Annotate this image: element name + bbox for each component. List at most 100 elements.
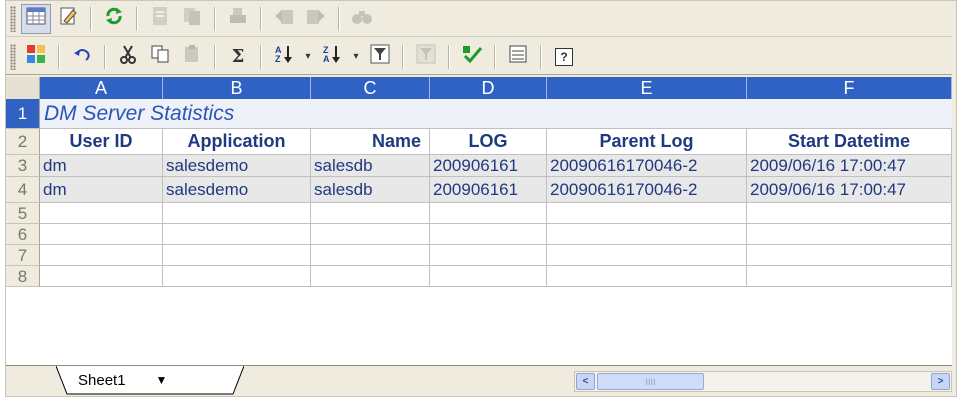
column-header-a[interactable]: A bbox=[40, 77, 163, 99]
export-button[interactable] bbox=[301, 4, 331, 34]
table-cell[interactable] bbox=[430, 245, 547, 266]
row-header[interactable]: 1 bbox=[6, 99, 40, 129]
table-cell[interactable]: dm bbox=[40, 177, 163, 203]
table-cell[interactable] bbox=[40, 224, 163, 245]
table-cell[interactable] bbox=[430, 224, 547, 245]
table-cell[interactable]: 200906161 bbox=[430, 177, 547, 203]
grid-view-button[interactable] bbox=[21, 3, 51, 34]
header-cell[interactable]: LOG bbox=[430, 129, 547, 155]
table-cell[interactable] bbox=[311, 266, 430, 287]
form-button[interactable] bbox=[145, 4, 175, 34]
toolbar-grip[interactable] bbox=[10, 43, 16, 70]
table-cell[interactable]: 2009/06/16 17:00:47 bbox=[747, 177, 952, 203]
tab-sheet1[interactable]: Sheet1 ▼ bbox=[56, 366, 244, 394]
filter-button[interactable] bbox=[365, 42, 395, 72]
help-button[interactable]: ? bbox=[549, 42, 579, 72]
table-cell[interactable]: 20090616170046-2 bbox=[547, 177, 747, 203]
table-cell[interactable] bbox=[547, 224, 747, 245]
row-header[interactable]: 7 bbox=[6, 245, 40, 266]
sort-ascending-dropdown[interactable]: ▾ bbox=[301, 42, 315, 72]
table-cell[interactable] bbox=[747, 245, 952, 266]
table-cell[interactable]: 200906161 bbox=[430, 155, 547, 177]
row-header[interactable]: 3 bbox=[6, 155, 40, 177]
undo-button[interactable] bbox=[67, 42, 97, 72]
paste-button[interactable] bbox=[177, 42, 207, 72]
table-cell[interactable] bbox=[163, 203, 311, 224]
scroll-right-button[interactable]: > bbox=[931, 373, 950, 390]
table-cell[interactable]: salesdemo bbox=[163, 177, 311, 203]
header-cell[interactable]: Parent Log bbox=[547, 129, 747, 155]
table-cell[interactable] bbox=[747, 266, 952, 287]
print-button[interactable] bbox=[223, 4, 253, 34]
table-cell[interactable]: salesdb bbox=[311, 155, 430, 177]
grip-icon: IIII bbox=[645, 376, 656, 387]
table-cell[interactable] bbox=[311, 224, 430, 245]
sort-ascending-button[interactable]: AZ bbox=[269, 42, 299, 72]
table-cell[interactable] bbox=[163, 245, 311, 266]
scroll-left-button[interactable]: < bbox=[576, 373, 595, 390]
toolbar-separator bbox=[494, 44, 496, 69]
header-cell[interactable]: Name bbox=[311, 129, 430, 155]
edit-button[interactable] bbox=[53, 4, 83, 34]
table-cell[interactable]: dm bbox=[40, 155, 163, 177]
table-cell[interactable] bbox=[311, 245, 430, 266]
table-cell[interactable]: 20090616170046-2 bbox=[547, 155, 747, 177]
horizontal-scrollbar[interactable]: < IIII > bbox=[574, 371, 952, 392]
table-cell[interactable] bbox=[40, 245, 163, 266]
find-button[interactable] bbox=[347, 4, 377, 34]
toolbar-grip[interactable] bbox=[10, 5, 16, 32]
select-all-corner[interactable] bbox=[6, 77, 40, 99]
table-cell[interactable] bbox=[547, 266, 747, 287]
table-cell[interactable] bbox=[430, 266, 547, 287]
table-cell[interactable] bbox=[311, 203, 430, 224]
column-header-c[interactable]: C bbox=[311, 77, 430, 99]
refresh-button[interactable] bbox=[99, 4, 129, 34]
colorize-button[interactable] bbox=[21, 42, 51, 72]
sort-descending-button[interactable]: ZA bbox=[317, 42, 347, 72]
copy-doc-icon bbox=[182, 6, 202, 31]
toolbar-separator bbox=[90, 6, 92, 31]
row-header[interactable]: 8 bbox=[6, 266, 40, 287]
check-button[interactable] bbox=[457, 42, 487, 72]
table-cell[interactable] bbox=[163, 266, 311, 287]
row-header[interactable]: 6 bbox=[6, 224, 40, 245]
import-button[interactable] bbox=[269, 4, 299, 34]
row-header[interactable]: 4 bbox=[6, 177, 40, 203]
toolbar-separator bbox=[58, 44, 60, 69]
table-cell[interactable] bbox=[547, 203, 747, 224]
row-header[interactable]: 2 bbox=[6, 129, 40, 155]
copy-doc-button[interactable] bbox=[177, 4, 207, 34]
table-cell[interactable] bbox=[40, 266, 163, 287]
table-cell[interactable] bbox=[430, 203, 547, 224]
cut-button[interactable] bbox=[113, 42, 143, 72]
table-cell[interactable] bbox=[747, 203, 952, 224]
header-cell[interactable]: Application bbox=[163, 129, 311, 155]
column-header-f[interactable]: F bbox=[747, 77, 952, 99]
table-row bbox=[40, 224, 952, 245]
header-cell[interactable]: Start Datetime bbox=[747, 129, 952, 155]
filter-clear-button[interactable] bbox=[411, 42, 441, 72]
column-header-e[interactable]: E bbox=[547, 77, 747, 99]
table-cell[interactable] bbox=[163, 224, 311, 245]
sheet-tab-bar: Sheet1 ▼ < IIII > bbox=[6, 365, 952, 396]
table-cell[interactable]: salesdb bbox=[311, 177, 430, 203]
find-icon bbox=[351, 6, 373, 31]
table-cell[interactable] bbox=[547, 245, 747, 266]
refresh-icon bbox=[104, 6, 124, 31]
table-cell[interactable] bbox=[747, 224, 952, 245]
table-cell[interactable]: salesdemo bbox=[163, 155, 311, 177]
export-sheet-button[interactable] bbox=[503, 42, 533, 72]
table-cell[interactable] bbox=[40, 203, 163, 224]
sort-descending-dropdown[interactable]: ▾ bbox=[349, 42, 363, 72]
column-header-b[interactable]: B bbox=[163, 77, 311, 99]
header-cell[interactable]: User ID bbox=[40, 129, 163, 155]
scrollbar-thumb[interactable]: IIII bbox=[597, 373, 704, 390]
sum-button[interactable]: Σ bbox=[223, 42, 253, 72]
row-header[interactable]: 5 bbox=[6, 203, 40, 224]
check-icon bbox=[461, 44, 483, 69]
copy-button[interactable] bbox=[145, 42, 175, 72]
sheet-title-cell[interactable]: DM Server Statistics bbox=[40, 99, 952, 129]
chevron-down-icon[interactable]: ▼ bbox=[156, 373, 168, 387]
table-cell[interactable]: 2009/06/16 17:00:47 bbox=[747, 155, 952, 177]
column-header-d[interactable]: D bbox=[430, 77, 547, 99]
